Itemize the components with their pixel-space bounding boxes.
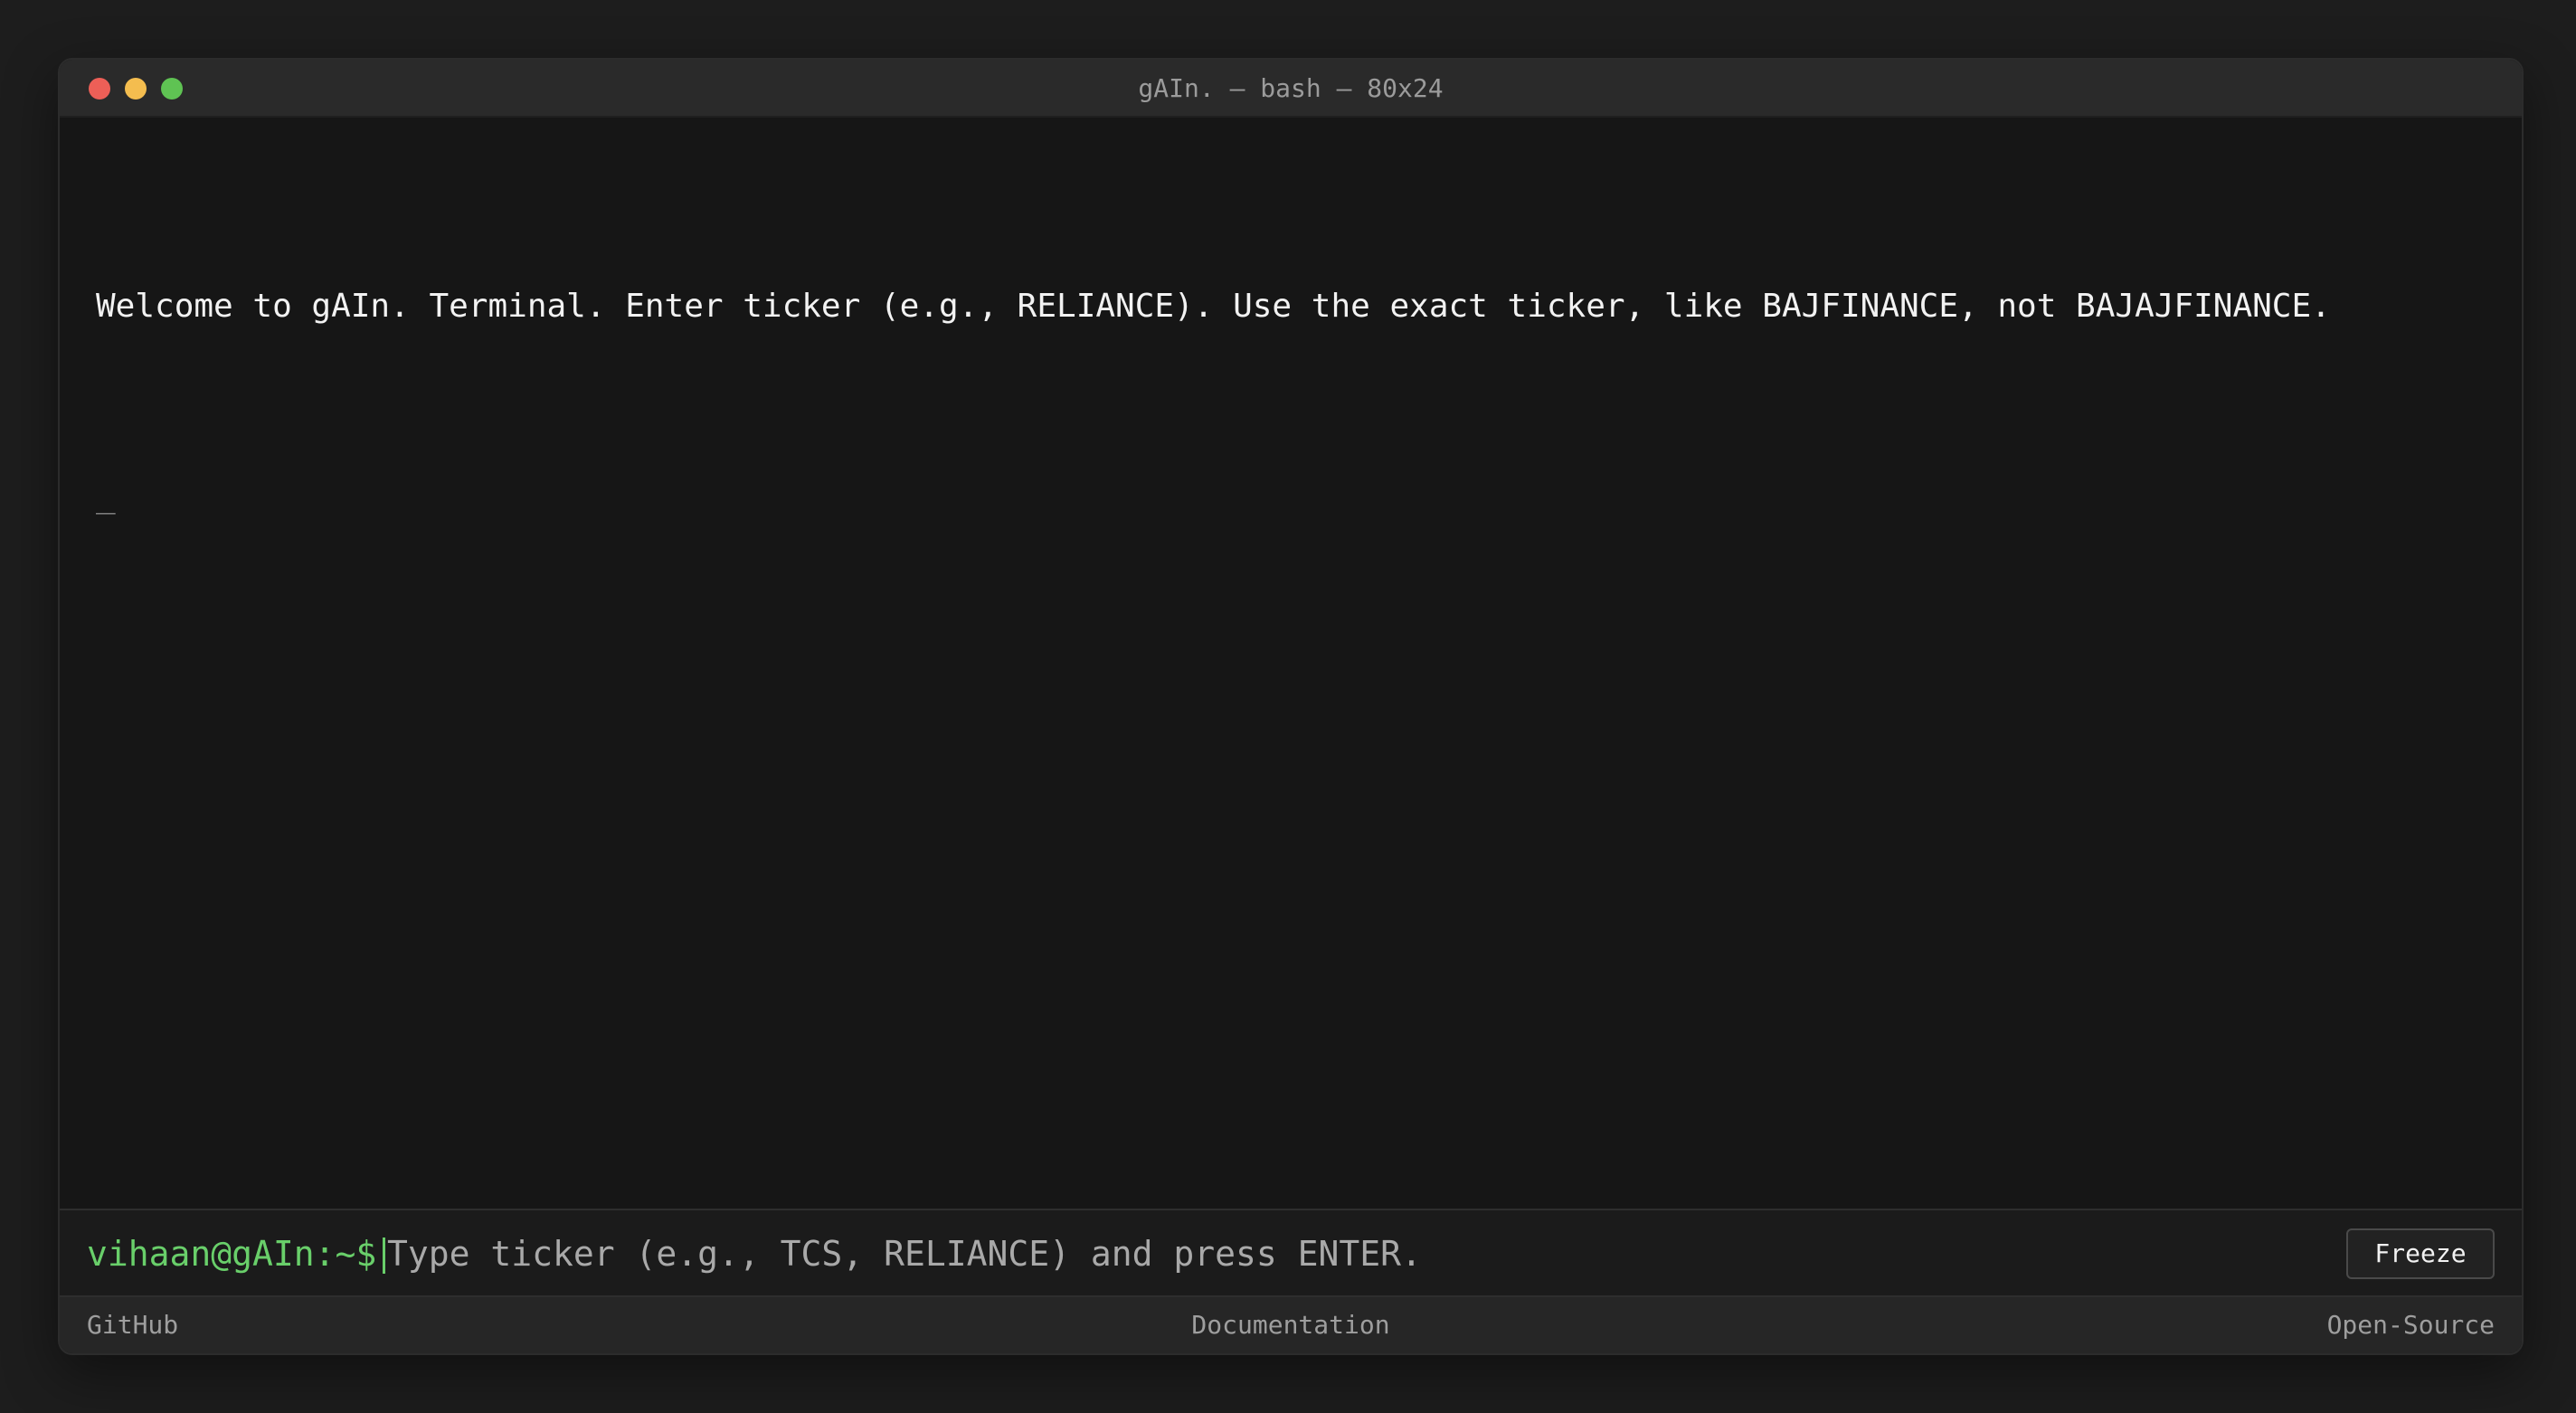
open-source-link[interactable]: Open-Source — [2327, 1297, 2495, 1353]
title-bar: gAIn. — bash — 80x24 — [60, 60, 2522, 118]
output-cursor: _ — [96, 478, 116, 515]
footer-bar: GitHub Documentation Open-Source — [60, 1295, 2522, 1353]
ticker-input[interactable] — [382, 1223, 1744, 1285]
terminal-window: gAIn. — bash — 80x24 Welcome to gAIn. Te… — [58, 58, 2524, 1355]
window-title: gAIn. — bash — 80x24 — [1138, 73, 1444, 103]
terminal-output: Welcome to gAIn. Terminal. Enter ticker … — [96, 148, 2486, 655]
shell-prompt: vihaan@gAIn:~$ — [87, 1234, 377, 1274]
command-input-bar: vihaan@gAIn:~$ Freeze — [60, 1209, 2522, 1297]
welcome-message: Welcome to gAIn. Terminal. Enter ticker … — [96, 288, 2331, 325]
documentation-link[interactable]: Documentation — [1182, 1297, 1399, 1353]
github-link[interactable]: GitHub — [87, 1297, 178, 1353]
text-caret — [383, 1238, 385, 1274]
freeze-button[interactable]: Freeze — [2346, 1228, 2495, 1279]
